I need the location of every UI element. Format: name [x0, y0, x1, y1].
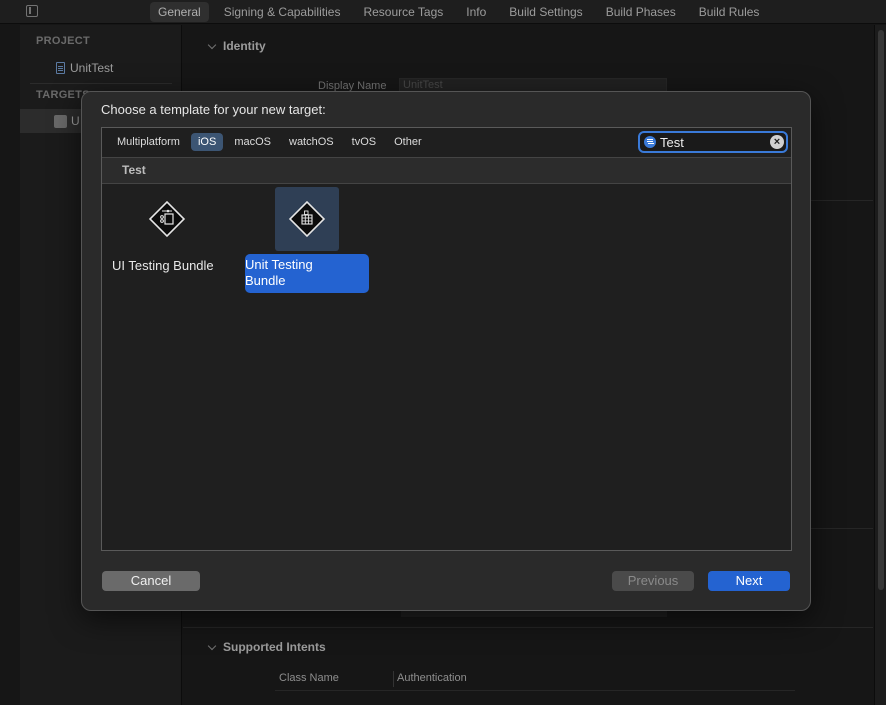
platform-ios[interactable]: iOS [190, 133, 224, 151]
previous-button[interactable]: Previous [612, 571, 694, 591]
sheet-title: Choose a template for your new target: [101, 102, 326, 117]
category-header: Test [102, 157, 791, 184]
platform-tvos[interactable]: tvOS [345, 133, 383, 151]
platform-multiplatform[interactable]: Multiplatform [110, 133, 187, 151]
platform-macos[interactable]: macOS [227, 133, 278, 151]
unit-testing-bundle-label-line2: Bundle [245, 273, 286, 288]
platform-watchos[interactable]: watchOS [282, 133, 341, 151]
template-search-field[interactable]: Test × [638, 131, 788, 153]
ui-testing-bundle-tile[interactable] [135, 187, 199, 251]
cancel-button[interactable]: Cancel [102, 571, 200, 591]
template-chooser-sheet: Choose a template for your new target: M… [81, 91, 811, 611]
platform-other[interactable]: Other [387, 133, 429, 151]
filter-icon [644, 136, 656, 148]
unit-testing-bundle-label[interactable]: Unit Testing Bundle [245, 254, 369, 293]
category-label: Test [122, 163, 146, 177]
template-panel: Multiplatform iOS macOS watchOS tvOS Oth… [101, 127, 792, 551]
clear-icon[interactable]: × [770, 135, 784, 149]
search-value: Test [660, 135, 684, 150]
ui-testing-bundle-icon [148, 200, 186, 238]
unit-testing-bundle-icon [288, 200, 326, 238]
ui-testing-bundle-label[interactable]: UI Testing Bundle [112, 258, 224, 274]
unit-testing-bundle-label-line1: Unit Testing [245, 257, 313, 272]
unit-testing-bundle-tile[interactable] [275, 187, 339, 251]
next-button[interactable]: Next [708, 571, 790, 591]
